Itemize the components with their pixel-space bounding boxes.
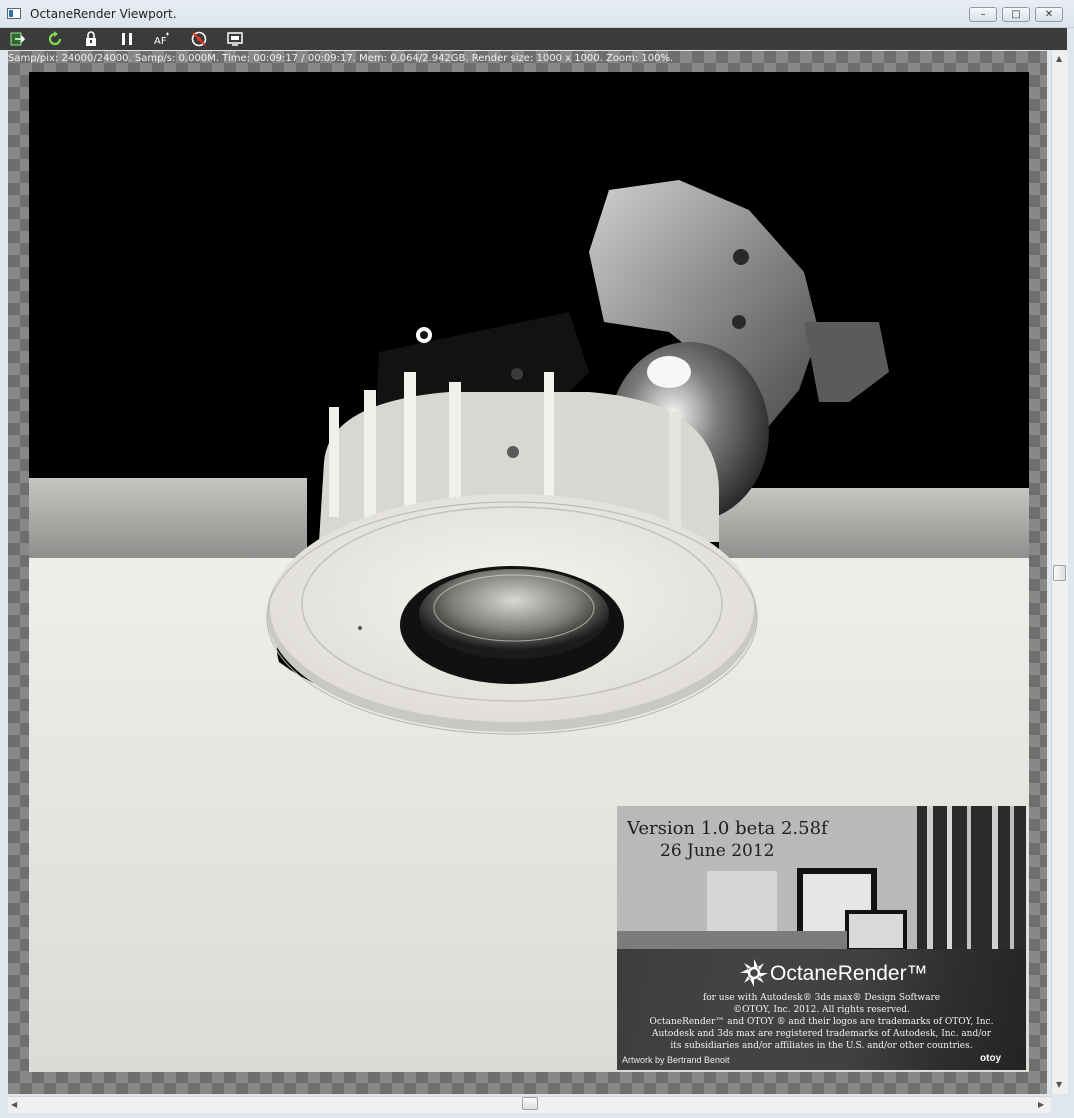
splash-date: 26 June 2012 (660, 841, 775, 861)
legal-line: for use with Autodesk® 3ds max® Design S… (702, 993, 941, 1003)
splash-version: Version 1.0 beta 2.58f (627, 818, 828, 839)
render-statistics: Samp/pix: 24000/24000. Samp/s: 0.000M. T… (8, 53, 674, 64)
splash-brand: OctaneRender™ (770, 962, 928, 986)
send-to-octane-icon[interactable] (9, 30, 29, 48)
vertical-scroll-thumb[interactable] (1053, 565, 1066, 581)
autofocus-icon[interactable]: AF (152, 30, 172, 48)
window-title: OctaneRender Viewport. (30, 7, 177, 21)
horizontal-scroll-thumb[interactable] (522, 1097, 538, 1110)
brand-octane: Octane (770, 962, 838, 985)
pause-icon[interactable] (117, 30, 137, 48)
svg-text:AF: AF (154, 36, 167, 47)
scroll-up-arrow-icon[interactable]: ▲ (1056, 54, 1062, 64)
region-render-icon[interactable] (225, 30, 245, 48)
toolbar: AF (0, 28, 1067, 50)
splash-banner: Version 1.0 beta 2.58f 26 June 2012 Octa… (617, 806, 1026, 1070)
minimize-button[interactable]: – (969, 7, 997, 22)
restart-render-icon[interactable] (45, 30, 65, 48)
close-button[interactable]: ✕ (1035, 7, 1063, 22)
scroll-down-arrow-icon[interactable]: ▼ (1056, 1080, 1062, 1090)
brand-render: Render™ (837, 962, 928, 985)
maximize-button[interactable]: □ (1002, 7, 1030, 22)
legal-line: OctaneRender™ and OTOY ® and their logos… (649, 1017, 994, 1027)
scroll-right-arrow-icon[interactable]: ▶ (1038, 1100, 1044, 1110)
legal-line: Autodesk and 3ds max are registered trad… (652, 1029, 991, 1039)
otoy-logo: otoy (980, 1053, 1002, 1064)
window-frame-right (1068, 28, 1074, 1118)
title-bar: OctaneRender Viewport. – □ ✕ (0, 0, 1074, 28)
legal-line: ©OTOY, Inc. 2012. All rights reserved. (733, 1005, 910, 1015)
app-icon (7, 8, 21, 19)
pick-focus-icon[interactable] (189, 30, 209, 48)
lock-icon[interactable] (81, 30, 101, 48)
scroll-left-arrow-icon[interactable]: ◀ (11, 1100, 17, 1110)
octane-logo-icon (740, 959, 768, 987)
legal-line: its subsidiaries and/or affiliates in th… (670, 1041, 973, 1051)
splash-legal-text: for use with Autodesk® 3ds max® Design S… (617, 992, 1026, 1052)
artwork-credit: Artwork by Bertrand Benoit (622, 1055, 730, 1065)
